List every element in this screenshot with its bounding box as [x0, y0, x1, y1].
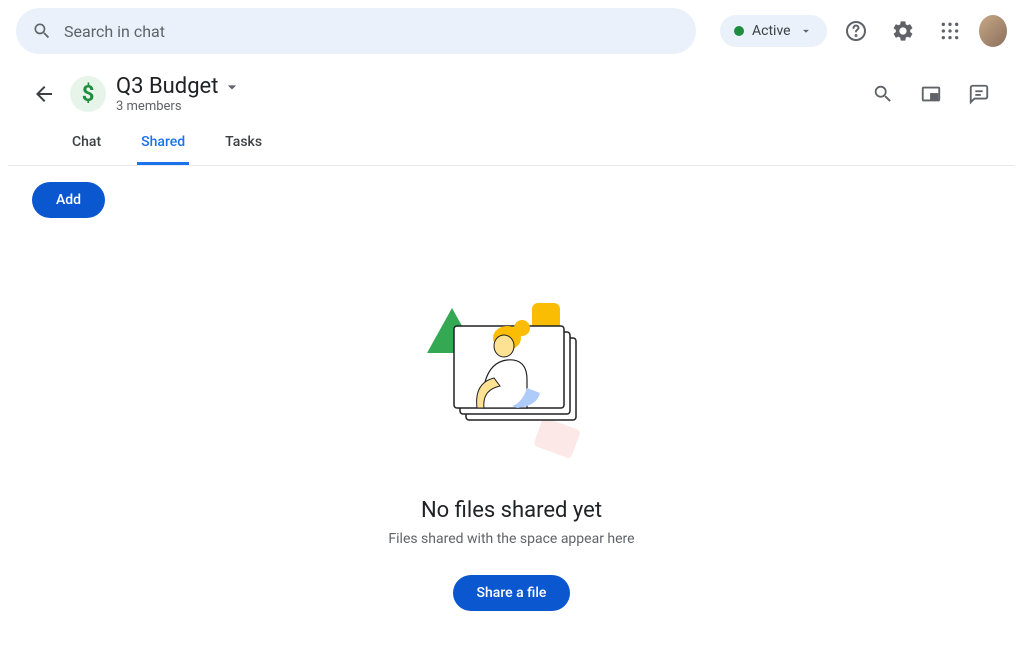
help-button[interactable] — [839, 11, 874, 51]
apps-button[interactable] — [932, 11, 967, 51]
status-active-dot — [734, 26, 744, 36]
space-members: 3 members — [116, 99, 242, 114]
share-file-button[interactable]: Share a file — [453, 575, 571, 611]
space-title: Q3 Budget — [116, 74, 218, 99]
tab-shared[interactable]: Shared — [137, 122, 189, 165]
help-icon — [844, 19, 868, 43]
empty-state: No files shared yet Files shared with th… — [32, 288, 991, 611]
space-dollar-icon: $ — [70, 76, 106, 112]
space-header: $ Q3 Budget 3 members — [8, 62, 1015, 114]
settings-button[interactable] — [885, 11, 920, 51]
top-bar: Active — [0, 0, 1023, 62]
tab-tasks[interactable]: Tasks — [221, 122, 266, 165]
search-icon — [32, 21, 52, 41]
gear-icon — [891, 19, 915, 43]
apps-grid-icon — [940, 21, 960, 41]
picture-in-picture-button[interactable] — [911, 74, 951, 114]
chat-icon — [968, 83, 990, 105]
tabs: Chat Shared Tasks — [8, 122, 1015, 166]
search-container[interactable] — [16, 8, 696, 54]
tab-chat[interactable]: Chat — [68, 122, 105, 165]
arrow-back-icon — [32, 82, 56, 106]
empty-title: No files shared yet — [421, 498, 602, 523]
search-icon — [872, 83, 894, 105]
chevron-down-icon — [222, 77, 242, 97]
status-pill[interactable]: Active — [720, 15, 827, 47]
user-avatar[interactable] — [979, 15, 1007, 47]
main-panel: $ Q3 Budget 3 members Chat Shared Tasks — [8, 62, 1015, 627]
search-space-button[interactable] — [863, 74, 903, 114]
space-title-row[interactable]: Q3 Budget — [116, 74, 242, 99]
chat-button[interactable] — [959, 74, 999, 114]
back-button[interactable] — [24, 74, 64, 114]
empty-illustration — [422, 288, 602, 468]
search-input[interactable] — [64, 22, 680, 41]
status-label: Active — [752, 23, 791, 39]
add-button[interactable]: Add — [32, 182, 105, 218]
empty-subtitle: Files shared with the space appear here — [388, 531, 634, 547]
picture-in-picture-icon — [920, 83, 942, 105]
chevron-down-icon — [799, 24, 813, 38]
content-area: Add No files shared yet — [8, 166, 1015, 627]
